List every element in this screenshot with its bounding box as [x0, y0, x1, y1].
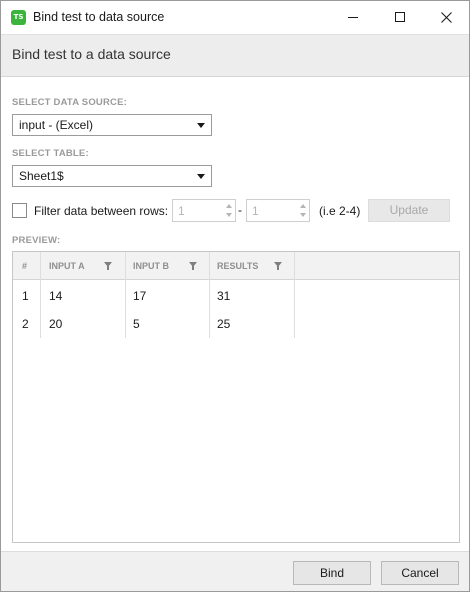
filter-row: Filter data between rows: 1 - 1 (i.e 2-4…	[12, 199, 462, 223]
data-source-label: SELECT DATA SOURCE:	[12, 97, 127, 108]
table-selected: Sheet1$	[19, 169, 64, 183]
filter-to-value: 1	[252, 204, 259, 218]
filter-icon[interactable]	[189, 262, 197, 270]
column-divider	[294, 252, 295, 338]
filter-icon[interactable]	[104, 262, 112, 270]
maximize-icon	[395, 12, 405, 22]
dialog-heading: Bind test to a data source	[12, 46, 171, 62]
dialog-window: TS Bind test to data source Bind test to…	[0, 0, 470, 592]
cancel-button[interactable]: Cancel	[381, 561, 459, 585]
minimize-button[interactable]	[330, 1, 376, 33]
filter-icon[interactable]	[274, 262, 282, 270]
spin-down-icon[interactable]	[297, 210, 308, 220]
range-hint: (i.e 2-4)	[319, 204, 361, 218]
dialog-footer: Bind Cancel	[1, 551, 469, 591]
filter-rows-label: Filter data between rows:	[34, 204, 169, 218]
input-b-cell: 17	[133, 289, 147, 303]
filter-rows-checkbox[interactable]	[12, 203, 27, 218]
input-a-cell: 14	[49, 289, 63, 303]
results-cell: 25	[217, 317, 231, 331]
header-band: Bind test to a data source	[1, 34, 469, 77]
row-index-cell: 2	[22, 317, 29, 331]
filter-to-stepper[interactable]: 1	[246, 199, 310, 222]
title-bar[interactable]: TS Bind test to data source	[1, 1, 469, 34]
column-header-results[interactable]: RESULTS	[217, 252, 258, 280]
column-header-input-a[interactable]: INPUT A	[49, 252, 85, 280]
dialog-content: SELECT DATA SOURCE: input - (Excel) SELE…	[1, 77, 469, 551]
results-cell: 31	[217, 289, 231, 303]
preview-label: PREVIEW:	[12, 235, 61, 246]
column-header-index[interactable]: #	[22, 252, 27, 280]
update-button[interactable]: Update	[368, 199, 450, 222]
table-row[interactable]: 2 20 5 25	[13, 310, 294, 338]
spin-down-icon[interactable]	[223, 210, 234, 220]
chevron-down-icon	[197, 174, 205, 179]
chevron-down-icon	[197, 123, 205, 128]
grid-header: # INPUT A INPUT B RESULTS	[13, 252, 459, 280]
data-source-selected: input - (Excel)	[19, 118, 94, 132]
preview-grid[interactable]: # INPUT A INPUT B RESULTS 1 14 17 31 2 2…	[12, 251, 460, 543]
row-index-cell: 1	[22, 289, 29, 303]
table-row[interactable]: 1 14 17 31	[13, 282, 294, 310]
input-b-cell: 5	[133, 317, 140, 331]
data-source-dropdown[interactable]: input - (Excel)	[12, 114, 212, 136]
filter-from-value: 1	[178, 204, 185, 218]
table-dropdown[interactable]: Sheet1$	[12, 165, 212, 187]
range-dash: -	[238, 203, 242, 217]
filter-from-stepper[interactable]: 1	[172, 199, 236, 222]
minimize-icon	[348, 16, 358, 18]
window-title: Bind test to data source	[33, 10, 165, 24]
app-logo-icon: TS	[11, 10, 26, 25]
close-button[interactable]	[423, 1, 469, 33]
maximize-button[interactable]	[377, 1, 423, 33]
close-icon	[440, 11, 452, 23]
column-header-input-b[interactable]: INPUT B	[133, 252, 169, 280]
bind-button[interactable]: Bind	[293, 561, 371, 585]
input-a-cell: 20	[49, 317, 63, 331]
table-label: SELECT TABLE:	[12, 148, 89, 159]
